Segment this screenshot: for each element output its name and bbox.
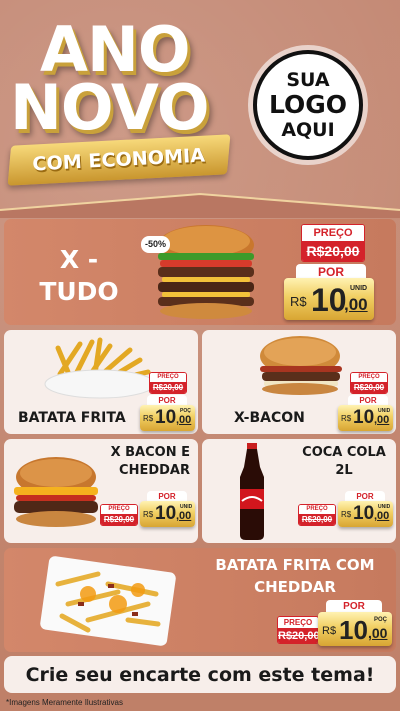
price-badge: R$ 10 UNID ,00 xyxy=(338,405,393,431)
old-price: R$20,00 xyxy=(150,382,186,393)
price-cents: ,00 xyxy=(176,510,192,522)
price-cents: ,00 xyxy=(176,414,192,426)
product-card-xtudo[interactable]: X - TUDO -50% PREÇO R$20,00 POR R$ 10 UN… xyxy=(4,219,396,325)
old-price: R$20,00 xyxy=(302,241,364,261)
product-name: X-BACON xyxy=(234,410,305,426)
product-card-coca[interactable]: COCA COLA 2L PREÇO R$20,00 POR R$ 10 UNI… xyxy=(202,439,396,543)
banner-text: COM ECONOMIA xyxy=(32,144,206,176)
product-card-xbacon[interactable]: X-BACON PREÇO R$20,00 POR R$ 10 UNID ,00 xyxy=(202,330,396,434)
logo-text-2: LOGO xyxy=(268,90,348,119)
price-badge: R$ 10 UNID ,00 xyxy=(338,501,393,527)
price-badge: R$ 10 POÇ ,00 xyxy=(318,612,392,646)
fries-image xyxy=(44,337,156,399)
currency: R$ xyxy=(143,414,154,423)
price-cents: ,00 xyxy=(374,510,390,522)
old-price: R$20,00 xyxy=(351,382,387,393)
price-integer: 10 xyxy=(353,407,375,428)
logo-text-3: AQUI xyxy=(281,119,335,141)
preco-label: PREÇO xyxy=(299,505,335,514)
product-card-batatacheddar[interactable]: BATATA FRITA COM CHEDDAR PREÇO R$20,00 P… xyxy=(4,548,396,652)
product-name-line-2: 2L xyxy=(335,463,353,478)
price-integer: 10 xyxy=(311,282,347,318)
product-name-line-1: BATATA FRITA COM xyxy=(215,556,375,574)
price-badge: R$ 10 UNID ,00 xyxy=(284,278,374,320)
headline-line-1: ANO xyxy=(40,13,191,86)
cheddar-fries-image xyxy=(40,556,176,646)
price-integer: 10 xyxy=(155,407,177,428)
price-badge: R$ 10 UNID ,00 xyxy=(140,501,195,527)
old-price-tag: PREÇO R$20,00 xyxy=(149,372,187,394)
product-name-line-1: COCA COLA xyxy=(302,445,386,460)
currency: R$ xyxy=(290,294,307,309)
product-name-line-2: CHEDDAR xyxy=(254,578,336,596)
currency: R$ xyxy=(143,510,154,519)
disclaimer-note: *Imagens Meramente Ilustrativas xyxy=(6,698,123,707)
currency: R$ xyxy=(341,414,352,423)
product-card-batata[interactable]: BATATA FRITA PREÇO R$20,00 POR R$ 10 POÇ… xyxy=(4,330,198,434)
price-cents: ,00 xyxy=(368,625,388,641)
cta-banner[interactable]: Crie seu encarte com este tema! xyxy=(4,656,396,693)
old-price-tag: PREÇO R$20,00 xyxy=(301,224,365,262)
old-price-tag: PREÇO R$20,00 xyxy=(277,616,319,644)
burger-image xyxy=(260,336,342,395)
old-price: R$20,00 xyxy=(101,514,137,525)
old-price-tag: PREÇO R$20,00 xyxy=(298,504,336,526)
product-name: BATATA FRITA xyxy=(18,410,126,426)
preco-label: PREÇO xyxy=(150,373,186,382)
preco-label: PREÇO xyxy=(302,225,364,241)
price-integer: 10 xyxy=(339,615,368,645)
currency: R$ xyxy=(341,510,352,519)
price-integer: 10 xyxy=(155,503,177,524)
preco-label: PREÇO xyxy=(351,373,387,382)
burger-image xyxy=(14,457,98,527)
old-price: R$20,00 xyxy=(299,514,335,525)
price-integer: 10 xyxy=(353,503,375,524)
price-unit: POÇ xyxy=(374,617,388,623)
price-badge: R$ 10 POÇ ,00 xyxy=(140,405,195,431)
soda-bottle-image xyxy=(240,443,264,540)
product-name-line-1: X BACON E xyxy=(110,445,190,460)
product-name-line-2: TUDO xyxy=(39,277,119,306)
product-name-line-2: CHEDDAR xyxy=(119,463,190,478)
headline: ANO NOVO xyxy=(10,13,220,144)
old-price: R$20,00 xyxy=(278,628,319,643)
product-card-xbaconcheddar[interactable]: X BACON E CHEDDAR PREÇO R$20,00 POR R$ 1… xyxy=(4,439,198,543)
price-unit: UNID xyxy=(350,285,368,292)
preco-label: PREÇO xyxy=(101,505,137,514)
logo-text-1: SUA xyxy=(286,69,330,91)
product-name-line-1: X - xyxy=(59,245,99,274)
wave-divider xyxy=(0,192,400,218)
preco-label: PREÇO xyxy=(278,617,318,628)
price-cents: ,00 xyxy=(374,414,390,426)
discount-badge: -50% xyxy=(141,236,170,253)
old-price-tag: PREÇO R$20,00 xyxy=(100,504,138,526)
logo-placeholder: SUA LOGO AQUI xyxy=(253,50,363,160)
old-price-tag: PREÇO R$20,00 xyxy=(350,372,388,394)
currency: R$ xyxy=(322,625,337,637)
cta-text: Crie seu encarte com este tema! xyxy=(25,663,375,686)
headline-line-2: NOVO xyxy=(10,71,210,144)
price-cents: ,00 xyxy=(344,295,368,314)
